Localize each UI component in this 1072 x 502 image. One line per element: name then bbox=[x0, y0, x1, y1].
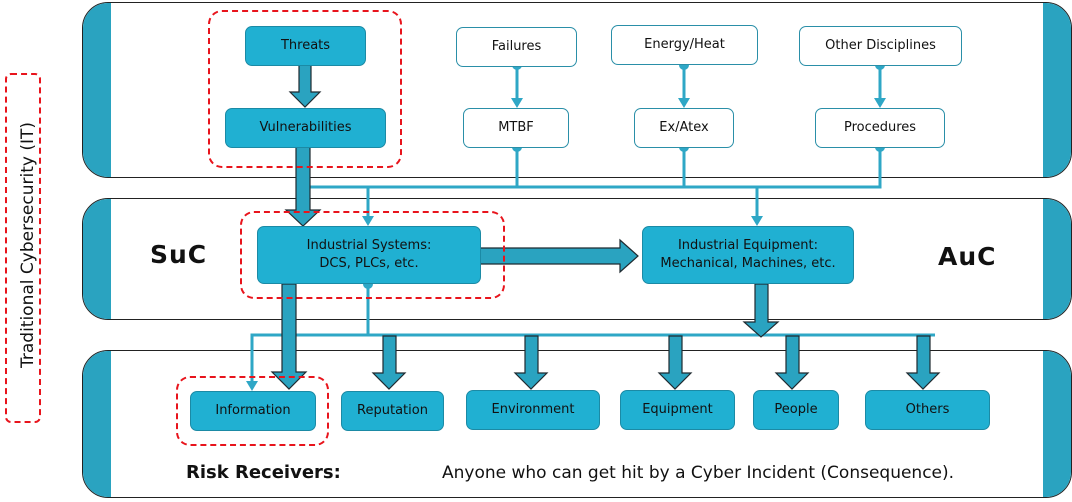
energy-heat-box[interactable]: Energy/Heat bbox=[611, 25, 758, 65]
industrial-equipment-subtitle: Mechanical, Machines, etc. bbox=[660, 256, 836, 271]
failures-label: Failures bbox=[491, 39, 542, 55]
industrial-systems-title: Industrial Systems: bbox=[306, 238, 432, 254]
energy-heat-label: Energy/Heat bbox=[644, 37, 725, 53]
consequence-description: Anyone who can get hit by a Cyber Incide… bbox=[442, 463, 955, 483]
procedures-box[interactable]: Procedures bbox=[815, 108, 945, 148]
arrowhead bbox=[678, 98, 690, 108]
receiver-people[interactable]: People bbox=[753, 390, 839, 430]
receiver-label: Others bbox=[905, 402, 950, 418]
receiver-label: People bbox=[774, 402, 818, 418]
industrial-systems-subtitle: DCS, PLCs, etc. bbox=[319, 256, 419, 271]
arrowhead bbox=[874, 98, 886, 108]
receiver-label: Information bbox=[215, 403, 291, 419]
receiver-reputation[interactable]: Reputation bbox=[341, 391, 444, 431]
receiver-others[interactable]: Others bbox=[865, 390, 990, 430]
to-people-arrow bbox=[774, 335, 810, 390]
vulnerabilities-box[interactable]: Vulnerabilities bbox=[225, 108, 386, 148]
other-disciplines-box[interactable]: Other Disciplines bbox=[799, 26, 962, 66]
threats-label: Threats bbox=[280, 38, 331, 54]
receiver-label: Equipment bbox=[642, 402, 713, 418]
receiver-equipment[interactable]: Equipment bbox=[620, 390, 735, 430]
to-environment-arrow bbox=[513, 335, 549, 390]
ex-atex-label: Ex/Atex bbox=[659, 120, 709, 136]
other-disciplines-label: Other Disciplines bbox=[825, 38, 936, 54]
receiver-environment[interactable]: Environment bbox=[466, 390, 600, 430]
threats-box[interactable]: Threats bbox=[245, 26, 366, 66]
mtbf-box[interactable]: MTBF bbox=[463, 108, 569, 148]
suc-label: SuC bbox=[150, 240, 208, 269]
to-equipment-arrow bbox=[657, 335, 693, 390]
equipment-to-receivers-arrow bbox=[742, 283, 780, 338]
industrial-equipment-box[interactable]: Industrial Equipment: Mechanical, Machin… bbox=[642, 226, 854, 284]
ex-atex-box[interactable]: Ex/Atex bbox=[634, 108, 734, 148]
procedures-label: Procedures bbox=[843, 120, 917, 136]
to-reputation-arrow bbox=[371, 335, 407, 390]
arrowhead bbox=[511, 98, 523, 108]
to-others-arrow bbox=[905, 335, 941, 390]
receiver-label: Environment bbox=[491, 402, 575, 418]
vulnerabilities-label: Vulnerabilities bbox=[259, 120, 352, 136]
receiver-label: Reputation bbox=[357, 403, 428, 419]
risk-receivers-label: Risk Receivers: bbox=[186, 462, 341, 483]
mtbf-label: MTBF bbox=[498, 120, 534, 136]
industrial-equipment-title: Industrial Equipment: bbox=[677, 238, 819, 254]
arrowhead bbox=[751, 216, 763, 226]
failures-box[interactable]: Failures bbox=[456, 27, 577, 67]
auc-label: AuC bbox=[938, 242, 997, 271]
receiver-information[interactable]: Information bbox=[190, 391, 316, 431]
industrial-systems-box[interactable]: Industrial Systems: DCS, PLCs, etc. bbox=[257, 226, 481, 284]
